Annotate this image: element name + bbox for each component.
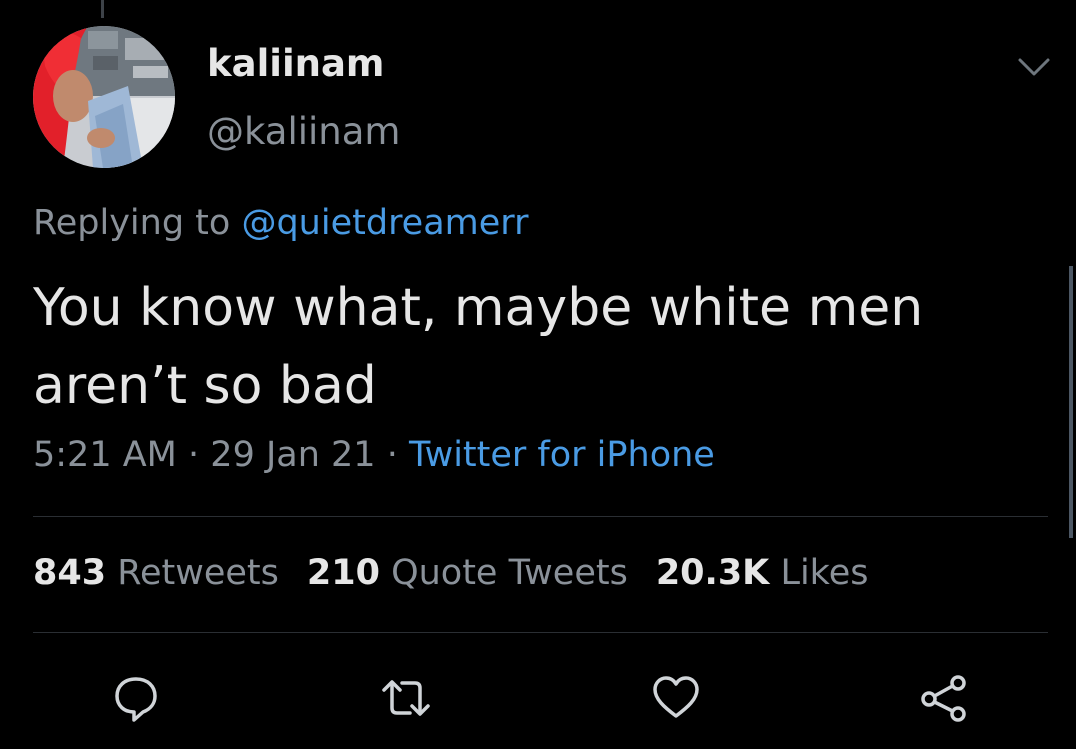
quote-tweets-count: 210: [306, 553, 380, 593]
tweet-text-line: aren’t so bad: [33, 356, 377, 416]
thread-connector-line: [101, 0, 104, 18]
divider: [33, 516, 1048, 517]
avatar[interactable]: [33, 26, 175, 168]
quote-tweets-stat[interactable]: 210 Quote Tweets: [307, 553, 628, 593]
display-name[interactable]: kaliinam: [207, 42, 384, 85]
tweet-text-line: You know what, maybe white men: [33, 278, 924, 338]
heart-icon[interactable]: [650, 672, 702, 724]
retweets-label: Retweets: [117, 553, 279, 593]
likes-stat[interactable]: 20.3K Likes: [656, 553, 869, 593]
user-handle[interactable]: @kaliinam: [207, 110, 400, 153]
tweet-time[interactable]: 5:21 AM: [33, 435, 177, 475]
meta-separator: ·: [188, 435, 200, 475]
scroll-indicator[interactable]: [1069, 266, 1073, 538]
meta-separator: ·: [386, 435, 398, 475]
reply-mention-link[interactable]: @quietdreamerr: [241, 203, 528, 243]
tweet-meta: 5:21 AM · 29 Jan 21 · Twitter for iPhone: [33, 435, 715, 475]
replying-to: Replying to @quietdreamerr: [33, 203, 528, 243]
share-icon[interactable]: [918, 672, 970, 724]
chevron-down-icon[interactable]: [1014, 52, 1054, 82]
replying-prefix: Replying to: [33, 203, 231, 243]
retweets-count: 843: [33, 553, 107, 593]
likes-label: Likes: [780, 553, 869, 593]
retweet-icon[interactable]: [380, 672, 432, 724]
tweet-date[interactable]: 29 Jan 21: [210, 435, 375, 475]
reply-icon[interactable]: [110, 672, 162, 724]
engagement-stats: 843 Retweets 210 Quote Tweets 20.3K Likes: [33, 553, 868, 593]
retweets-stat[interactable]: 843 Retweets: [33, 553, 279, 593]
divider: [33, 632, 1048, 633]
likes-count: 20.3K: [655, 553, 770, 593]
quote-tweets-label: Quote Tweets: [391, 553, 628, 593]
tweet-text: You know what, maybe white men aren’t so…: [33, 269, 1033, 425]
tweet-source-link[interactable]: Twitter for iPhone: [409, 435, 715, 475]
